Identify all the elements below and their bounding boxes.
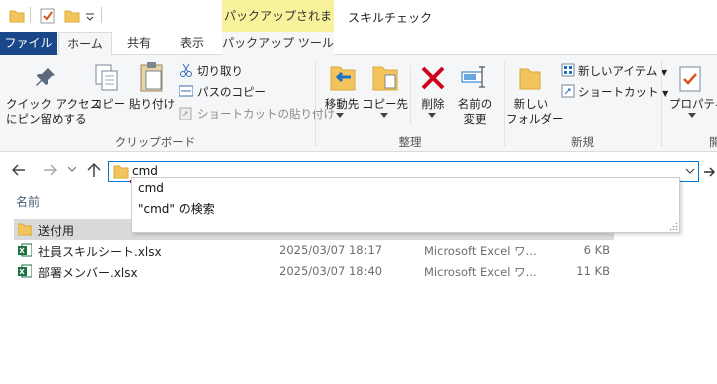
pin-label-line2: にピン留めする: [6, 112, 87, 126]
rename-label-line1: 名前の: [457, 97, 493, 111]
copy-to-button[interactable]: コピー先: [362, 97, 408, 112]
file-size: 11 KB: [576, 264, 610, 278]
group-label-organize: 整理: [398, 135, 422, 149]
chevron-down-icon[interactable]: [688, 113, 696, 119]
chevron-down-icon[interactable]: [68, 167, 76, 173]
tab-backup-tools[interactable]: パックアップ ツール: [222, 32, 334, 55]
copy-to-icon: [372, 66, 398, 91]
properties-icon: [679, 66, 701, 92]
paste-button[interactable]: 貼り付け: [128, 97, 176, 112]
new-folder-label-line2: フォルダー: [506, 112, 564, 126]
address-text[interactable]: cmd: [132, 164, 158, 178]
new-folder-icon[interactable]: [64, 8, 80, 24]
tab-home[interactable]: ホーム: [58, 32, 112, 56]
paste-shortcut-icon: [179, 107, 192, 120]
chevron-down-icon[interactable]: [380, 113, 388, 119]
pin-label-line1: クイック アクセス: [6, 97, 102, 111]
title-bar: パックアップされません スキルチェック: [0, 0, 717, 55]
back-arrow-icon[interactable]: [12, 163, 26, 177]
pin-quick-access-button[interactable]: クイック アクセス にピン留めする: [6, 97, 102, 127]
forward-arrow-icon[interactable]: [43, 163, 57, 177]
cut-button[interactable]: 切り取り: [197, 63, 243, 79]
tab-view[interactable]: 表示: [166, 32, 218, 55]
ribbon-tabs: ファイル ホーム 共有 表示 パックアップ ツール: [0, 32, 717, 56]
copy-button[interactable]: コピー: [88, 97, 128, 112]
properties-button[interactable]: プロパティ: [667, 97, 717, 112]
autocomplete-dropdown: cmd "cmd" の検索: [131, 177, 680, 233]
new-folder-label-line1: 新しい: [513, 97, 549, 111]
copy-icon: [95, 64, 118, 91]
divider: [30, 7, 31, 23]
resize-grip-icon[interactable]: [669, 222, 678, 231]
scissors-icon: [180, 63, 192, 77]
file-type: Microsoft Excel ワ...: [424, 244, 537, 258]
move-to-icon: [330, 66, 356, 91]
ribbon: クイック アクセス にピン留めする コピー 貼り付け 切り取り パスのコピー シ…: [0, 55, 717, 152]
file-date: 2025/03/07 18:17: [279, 243, 383, 257]
chevron-down-icon[interactable]: [85, 12, 95, 22]
rename-icon: [461, 66, 485, 88]
shortcut-icon: [561, 84, 575, 98]
rename-label-line2: 変更: [463, 112, 487, 126]
group-label-clipboard: クリップボード: [114, 135, 196, 149]
chevron-down-icon[interactable]: [428, 113, 436, 119]
divider: [410, 65, 411, 125]
new-item-button[interactable]: 新しいアイテム ▼: [578, 63, 667, 79]
list-item[interactable]: 社員スキルシート.xlsx 2025/03/07 18:17 Microsoft…: [14, 240, 614, 261]
folder-icon: [18, 223, 32, 236]
new-item-label: 新しいアイテム: [578, 64, 658, 78]
file-size: 6 KB: [583, 243, 610, 257]
excel-icon: [18, 264, 32, 278]
folder-icon: [9, 10, 25, 23]
paste-icon: [140, 62, 163, 92]
chevron-down-icon[interactable]: [685, 168, 695, 175]
column-header-name[interactable]: 名前: [16, 193, 40, 210]
excel-icon: [18, 243, 32, 257]
contextual-tab-header: パックアップされません: [222, 0, 334, 55]
move-to-button[interactable]: 移動先: [320, 97, 364, 112]
divider: [101, 7, 102, 23]
properties-icon[interactable]: [40, 7, 56, 24]
window-title: スキルチェック: [348, 11, 433, 25]
chevron-down-icon[interactable]: [336, 113, 344, 119]
group-label-open: 開: [709, 135, 717, 149]
file-type: Microsoft Excel ワ...: [424, 265, 537, 279]
new-folder-icon: [519, 68, 541, 90]
file-name: 部署メンバー.xlsx: [38, 266, 138, 280]
list-item[interactable]: 部署メンバー.xlsx 2025/03/07 18:40 Microsoft E…: [14, 261, 614, 282]
folder-icon: [113, 165, 129, 179]
pin-icon: [36, 68, 55, 86]
file-name: 社員スキルシート.xlsx: [38, 245, 162, 259]
explorer-window: パックアップされません スキルチェック ファイル ホーム 共有 表示 パックアッ…: [0, 0, 717, 384]
group-label-new: 新規: [571, 135, 594, 149]
go-arrow-icon[interactable]: [703, 166, 717, 178]
tab-share[interactable]: 共有: [114, 32, 164, 55]
file-name: 送付用: [38, 224, 75, 238]
shortcut-label: ショートカット: [578, 85, 659, 99]
up-arrow-icon[interactable]: [87, 162, 101, 178]
tab-file[interactable]: ファイル: [0, 32, 57, 55]
new-folder-button[interactable]: 新しい フォルダー: [506, 97, 564, 127]
suggestion-item[interactable]: "cmd" の検索: [138, 200, 215, 217]
divider: [661, 61, 662, 147]
suggestion-item[interactable]: cmd: [138, 181, 164, 195]
delete-icon: [421, 66, 445, 90]
shortcut-button[interactable]: ショートカット ▼: [578, 84, 668, 100]
new-item-icon: [561, 63, 575, 77]
copy-path-button[interactable]: パスのコピー: [197, 84, 266, 100]
file-date: 2025/03/07 18:40: [279, 264, 383, 278]
delete-button[interactable]: 削除: [416, 97, 450, 112]
copy-path-icon: [179, 85, 193, 97]
rename-button[interactable]: 名前の 変更: [452, 97, 498, 127]
